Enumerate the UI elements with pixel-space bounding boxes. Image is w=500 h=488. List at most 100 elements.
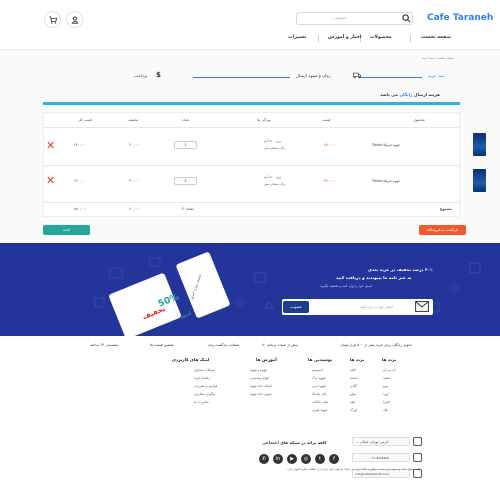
dollar-icon: $ <box>156 71 161 79</box>
footer-link[interactable]: هات چاکلت <box>312 400 328 404</box>
footer-link[interactable]: قهوه و قهوه <box>250 368 267 372</box>
footer-link[interactable]: نیرو <box>383 384 388 388</box>
step-payment: پرداخت <box>134 73 148 78</box>
site-header: Cafe Taraneh جستجو ... صفحه نخست محصولات… <box>0 0 500 50</box>
col-total: قیمت کل <box>78 118 92 122</box>
address-text: آدرس: تهران، خیابان ... <box>356 440 389 444</box>
user-button[interactable] <box>66 11 83 28</box>
whatsapp-icon[interactable]: ✆ <box>259 454 269 464</box>
product-name[interactable]: قهوه عربیکا Tchibo <box>372 143 400 147</box>
footer-link[interactable]: تجهیز خانه قهوه <box>250 392 272 396</box>
feature-item: پشتیبانی ۲۴ ساعته <box>90 343 118 347</box>
footer-link[interactable]: ای.بی.ان <box>383 368 396 372</box>
newsletter-banner <box>0 243 500 336</box>
shipping-notice: هزینه ارسال رایگان می باشد <box>380 92 440 97</box>
continue-button[interactable]: ادامه <box>43 225 90 235</box>
footer-link[interactable]: پاشنه <box>350 376 357 380</box>
footer-link[interactable]: لاوازا <box>383 400 390 404</box>
footer-link[interactable]: گلدن <box>350 384 357 388</box>
remove-item-icon[interactable]: ✕ <box>46 140 55 151</box>
instagram-icon[interactable]: ◎ <box>301 454 311 464</box>
footer-link[interactable]: اورگ <box>350 408 357 412</box>
cart-icon <box>48 15 57 24</box>
nav-home[interactable]: صفحه نخست <box>421 35 451 40</box>
search-icon[interactable] <box>402 14 411 23</box>
site-logo[interactable]: Cafe Taraneh <box>427 13 493 23</box>
step-connector <box>360 77 422 78</box>
email-field[interactable]: ایمیل خود را وارد کنید <box>360 305 393 309</box>
feature-item: تضمین قیمت ها <box>150 343 174 347</box>
youtube-icon[interactable]: ▶ <box>287 454 297 464</box>
twitter-icon[interactable]: t <box>315 454 325 464</box>
product-discount: ۳۰,۰۰۰ <box>129 143 140 147</box>
summary-count: تعداد: ۳ <box>182 207 194 211</box>
footer-link[interactable]: قهوه ترک <box>312 376 325 380</box>
remove-item-icon[interactable]: ✕ <box>46 175 55 186</box>
divider <box>43 127 460 128</box>
step-connector <box>193 77 290 78</box>
facebook-icon[interactable]: f <box>329 454 339 464</box>
footer-link[interactable]: چای ماسالا <box>312 392 327 396</box>
summary-label: مجموع <box>440 207 452 211</box>
footer-link[interactable]: کافه <box>350 368 356 372</box>
col-options: ویژگی ها <box>257 118 271 122</box>
footer-link[interactable]: اورد <box>383 392 389 396</box>
footer-link[interactable]: بلک <box>383 408 388 412</box>
summary-discount: ۶۰,۰۰۰ <box>129 207 140 211</box>
product-option: رنگ: مشکی سبز <box>264 146 286 150</box>
notice-prefix: هزینه ارسال <box>413 92 440 97</box>
footer-link[interactable]: اسپرسو <box>312 368 323 372</box>
nav-repairs[interactable]: تعمیرات <box>288 35 306 40</box>
notice-highlight: رایگان <box>399 92 413 97</box>
footer-link[interactable]: قهوه فوری <box>312 408 327 412</box>
product-image[interactable] <box>473 169 486 192</box>
search-bar[interactable] <box>296 12 413 25</box>
footer-link[interactable]: انواع نوشیدنی <box>250 376 269 380</box>
col-discount: تخفیف <box>128 118 138 122</box>
quantity-stepper[interactable]: 2 <box>174 177 197 185</box>
nav-divider <box>410 35 411 42</box>
footer-col-title: لینک های کاربردی <box>172 357 210 362</box>
breadcrumb[interactable]: صفحه نخست / سبد خرید <box>422 56 454 60</box>
product-name[interactable]: قهوه عربیکا Tchibo <box>372 179 400 183</box>
footer-col-title: آموزش ها <box>256 357 277 362</box>
divider <box>43 165 460 166</box>
footer-link[interactable]: راهنما خرید <box>194 376 210 380</box>
footer-link[interactable]: پیگیری سفارش <box>194 392 215 396</box>
quantity-stepper[interactable]: 1 <box>174 141 197 149</box>
nav-news[interactable]: اخبار و آموزش <box>328 35 361 40</box>
decorative-pattern <box>94 257 481 314</box>
cart-button[interactable] <box>44 11 61 28</box>
product-image[interactable] <box>473 133 486 156</box>
subscribe-button[interactable]: عضویت <box>283 301 309 313</box>
email-text[interactable]: info@cafetaraneh.com <box>355 472 389 476</box>
product-total: ۲۴۰,۰۰۰ <box>74 143 87 147</box>
back-to-shop-button[interactable]: بازگشت به فروشگاه <box>419 225 466 235</box>
copyright-text: کلیه حقوق مادی و معنوی این سایت متعلق به… <box>286 467 420 471</box>
footer-link[interactable]: سوالات متداول <box>194 368 215 372</box>
footer-link[interactable]: تلفه <box>350 400 355 404</box>
phone-text[interactable]: ۰۲۱-۸۸۸۸۸۸۸ <box>370 456 389 460</box>
divider <box>43 202 460 203</box>
feature-item: ضمانت بازگشت وجه <box>208 343 240 347</box>
mail-icon <box>415 301 429 312</box>
footer-col-title: نوشیدنی ها <box>308 357 333 362</box>
footer-col-title: برند ها <box>382 357 397 362</box>
footer-link[interactable]: سفید <box>383 376 390 380</box>
search-input[interactable]: جستجو ... <box>330 15 347 20</box>
footer-link[interactable]: تماس با ما <box>194 400 209 404</box>
product-option: وزن ۵۰۰ گرم <box>264 175 281 179</box>
progress-bar <box>43 102 460 105</box>
feature-free-delivery: تحویل رایگان برای خرید بیش از ۵۰۰ هزار ت… <box>340 343 412 347</box>
promo-sub2: ایمیل خود را وارد کنید و تخفیف بگیرید <box>320 284 373 288</box>
nav-products[interactable]: محصولات <box>370 35 392 40</box>
footer-link[interactable]: کشک خانه قهوه <box>250 384 272 388</box>
product-price: ۲۸۰,۰۰۰ <box>324 143 337 147</box>
footer-link[interactable]: قهوه دمی <box>312 384 326 388</box>
col-quantity: تعداد <box>182 118 190 122</box>
footer-link[interactable]: مولو <box>350 392 356 396</box>
step-shipping: زمان و شیوه ارسال <box>296 73 331 78</box>
promo-sub1: به خبر نامه ما بپیوندید و دریافت کنید <box>336 275 412 280</box>
linkedin-icon[interactable]: in <box>273 454 283 464</box>
footer-link[interactable]: قوانین و مقررات <box>194 384 217 388</box>
